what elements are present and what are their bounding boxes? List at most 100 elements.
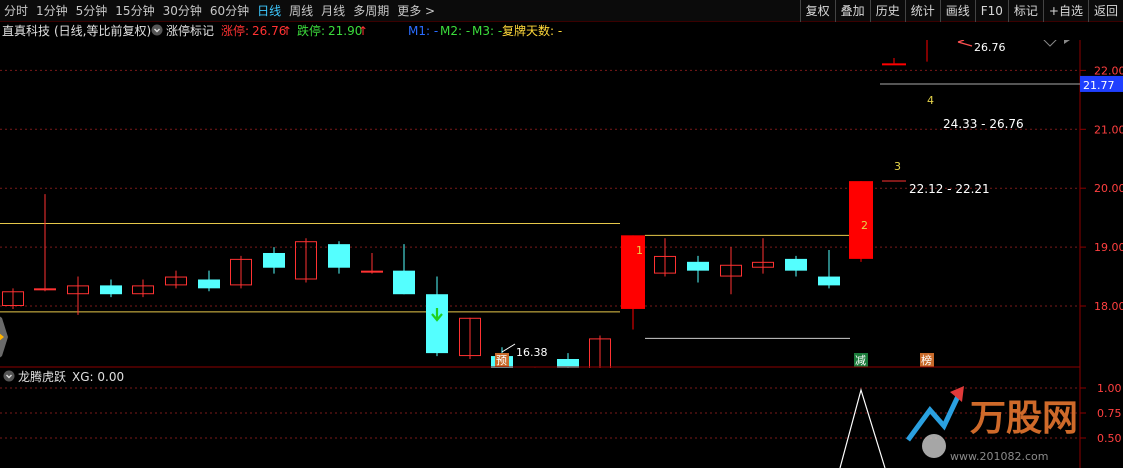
candle[interactable]: [295, 238, 317, 283]
limit-up-label: 涨停:: [221, 24, 250, 38]
m1-value: M1: -: [408, 24, 439, 38]
candle[interactable]: [132, 279, 154, 298]
xg-signal-line: [839, 387, 886, 468]
candle[interactable]: [34, 194, 56, 292]
back-button[interactable]: 返回: [1087, 0, 1123, 22]
adjust-button[interactable]: 复权: [799, 0, 835, 22]
marker-list: 榜: [921, 353, 932, 367]
arrow-left-icon: [957, 40, 973, 47]
period-tabs: 分时 1分钟 5分钟 15分钟 30分钟 60分钟 日线 周线 月线 多周期 更多 >: [0, 0, 439, 22]
history-button[interactable]: 历史: [869, 0, 905, 22]
draw-line-button[interactable]: 画线: [939, 0, 975, 22]
y-tick-label: 18.00: [1094, 300, 1123, 313]
indicator-name[interactable]: 涨停标记: [166, 22, 214, 40]
candle-body: [687, 261, 709, 271]
top-toolbar: 分时 1分钟 5分钟 15分钟 30分钟 60分钟 日线 周线 月线 多周期 更多 > 复权 叠加 历史…: [0, 0, 1123, 22]
marker-pre: 预: [496, 354, 507, 367]
candle[interactable]: [165, 270, 187, 289]
watermark-url: www.201082.com: [950, 450, 1048, 463]
y-tick-label: 20.00: [1094, 182, 1123, 195]
info-bar: 直真科技 (日线,等比前复权) 涨停标记 涨停: 26.76 ↑ 跌停: 21.…: [0, 22, 1080, 40]
candle-body: [785, 258, 807, 271]
sub-tick-label: 0.75: [1097, 407, 1122, 420]
candle[interactable]: [2, 288, 24, 309]
tab-15min[interactable]: 15分钟: [111, 0, 158, 22]
limit-down-label: 跌停:: [297, 24, 326, 38]
diamond-icon[interactable]: [1043, 40, 1057, 47]
range-label-4: 24.33 - 26.76: [943, 117, 1024, 131]
candle[interactable]: [328, 241, 350, 274]
y-tick-label: 19.00: [1094, 241, 1123, 254]
tool-buttons: 复权 叠加 历史 统计 画线 F10 标记 +自选 返回: [799, 0, 1123, 22]
candle[interactable]: [557, 353, 579, 368]
tab-multi-period[interactable]: 多周期: [349, 0, 393, 22]
watermark-brand: 万股网: [970, 398, 1078, 439]
m3-value: M3: -: [472, 24, 503, 38]
candle[interactable]: [230, 255, 252, 289]
candle[interactable]: [263, 247, 285, 274]
marker-label-1: 1: [636, 244, 643, 257]
add-watchlist-button[interactable]: +自选: [1042, 0, 1088, 22]
tab-30min[interactable]: 30分钟: [159, 0, 206, 22]
candle[interactable]: [687, 255, 709, 283]
main-chart[interactable]: 26.0025.0024.0023.0022.0021.0020.0019.00…: [0, 40, 1123, 368]
candle[interactable]: [818, 250, 840, 289]
candle-body: [328, 244, 350, 268]
candle-body: [263, 252, 285, 268]
f10-button[interactable]: F10: [974, 0, 1008, 22]
candle[interactable]: [67, 276, 89, 315]
candle[interactable]: [785, 255, 807, 277]
candle-body: [100, 285, 122, 295]
low-price-label: 16.38: [516, 346, 548, 359]
marker-reduce: 减: [855, 354, 866, 367]
box-top-label: 26.76: [974, 41, 1006, 54]
candle-body: [361, 270, 383, 273]
watermark-logo: 万股网 www.201082.com: [905, 386, 1078, 463]
candles: [2, 40, 939, 368]
candle[interactable]: [589, 335, 611, 368]
tab-1min[interactable]: 1分钟: [32, 0, 72, 22]
candle-body: [426, 294, 448, 354]
candle[interactable]: [752, 238, 774, 274]
tab-5min[interactable]: 5分钟: [72, 0, 112, 22]
candle[interactable]: [654, 238, 676, 277]
arrow-up-icon: ↑: [282, 24, 293, 38]
candle[interactable]: [100, 279, 122, 298]
panel-handle[interactable]: [0, 312, 10, 362]
tab-intraday[interactable]: 分时: [0, 0, 32, 22]
candle-body: [818, 276, 840, 286]
expand-icon[interactable]: [1064, 40, 1070, 44]
overlay-button[interactable]: 叠加: [834, 0, 870, 22]
candle[interactable]: [882, 58, 906, 66]
y-tick-label: 22.00: [1094, 64, 1123, 77]
candle[interactable]: [361, 252, 383, 274]
candle-body: [393, 270, 415, 295]
current-price-label: 21.77: [1083, 79, 1115, 92]
stock-name: 直真科技: [2, 24, 51, 38]
recovery-days: 复牌天数: -: [502, 24, 563, 38]
candle[interactable]: [393, 244, 415, 295]
candle-body: [198, 279, 220, 289]
tab-weekly[interactable]: 周线: [285, 0, 317, 22]
grid-lines: [0, 69, 1080, 307]
low-price-pointer: [501, 343, 516, 353]
marker-label-3: 3: [894, 160, 901, 173]
sub-tick-label: 0.50: [1097, 432, 1122, 445]
marker-label-2: 2: [861, 219, 868, 232]
candle[interactable]: [198, 270, 220, 292]
range-label-3: 22.12 - 22.21: [909, 182, 990, 196]
tab-60min[interactable]: 60分钟: [206, 0, 253, 22]
candle[interactable]: [720, 247, 742, 295]
candle-body: [34, 288, 56, 291]
sub-tick-label: 1.00: [1097, 382, 1122, 395]
statistics-button[interactable]: 统计: [904, 0, 940, 22]
mark-button[interactable]: 标记: [1007, 0, 1043, 22]
tab-monthly[interactable]: 月线: [317, 0, 349, 22]
candle[interactable]: [459, 317, 481, 360]
chevron-down-icon[interactable]: [151, 22, 163, 40]
tab-more[interactable]: 更多 >: [393, 0, 439, 22]
y-tick-label: 21.00: [1094, 123, 1123, 136]
candle[interactable]: [915, 40, 939, 62]
candle-body: [882, 63, 906, 66]
tab-daily[interactable]: 日线: [253, 0, 285, 22]
